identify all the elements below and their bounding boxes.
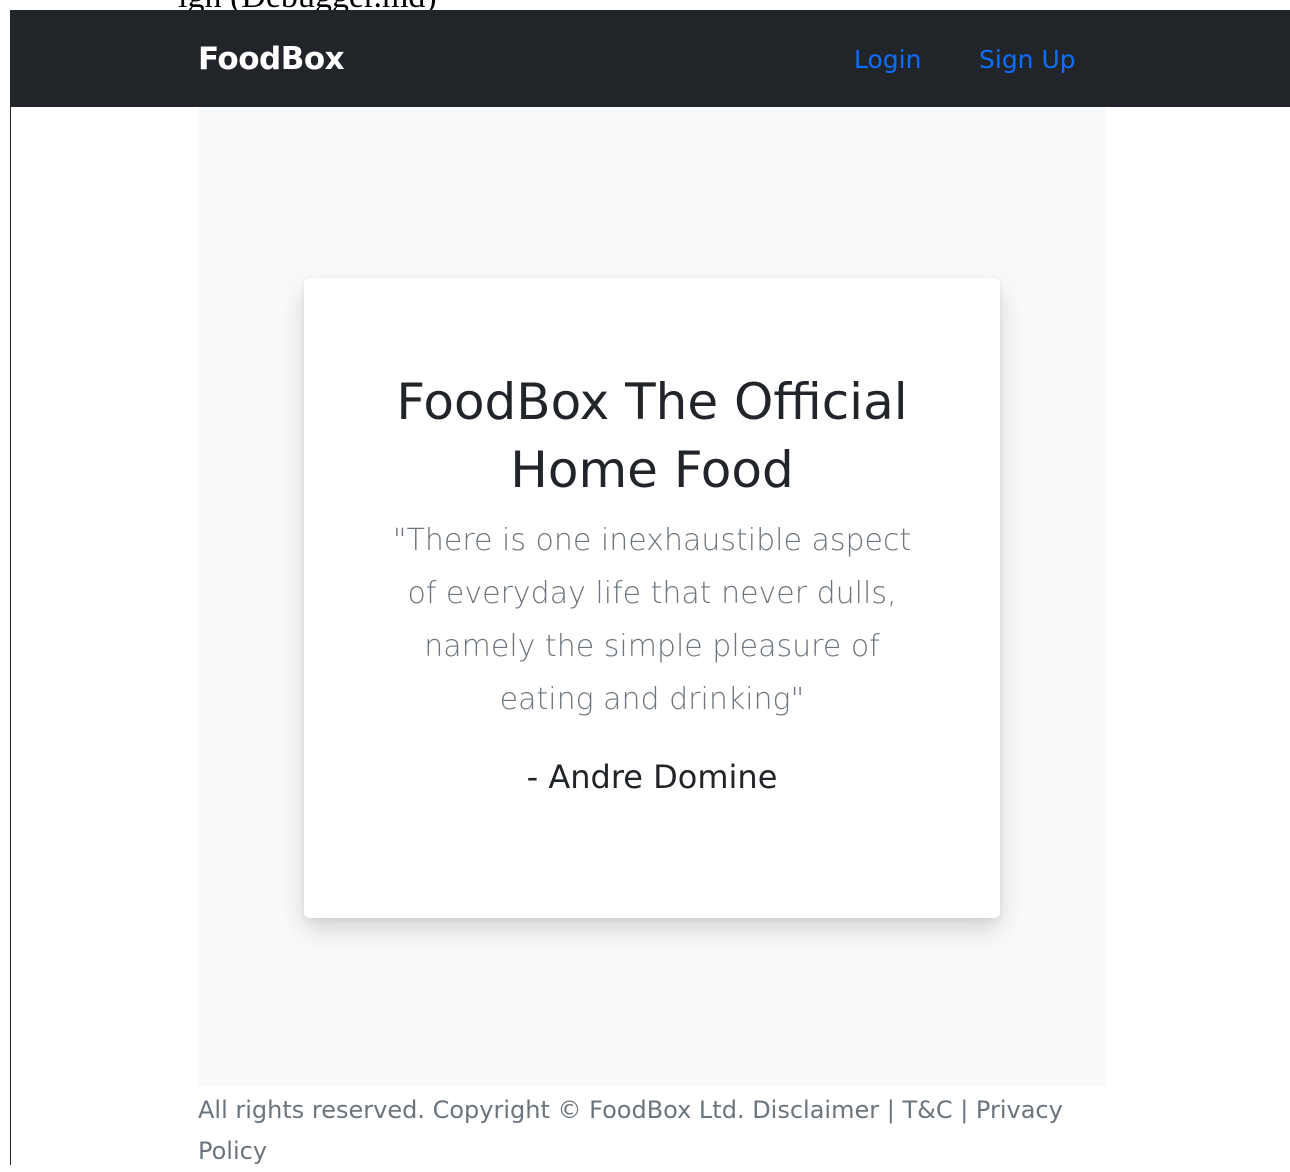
page-top-clip: ign (Debugger.md) <box>0 0 1290 10</box>
page-top-clip-text: ign (Debugger.md) <box>178 0 437 10</box>
footer-text: All rights reserved. Copyright © FoodBox… <box>198 1096 1063 1165</box>
card-author: - Andre Domine <box>526 758 778 796</box>
card-title: FoodBox The Official Home Food <box>396 373 908 499</box>
quote-card: FoodBox The Official Home Food "There is… <box>304 278 1000 918</box>
sign-up-link[interactable]: Sign Up <box>979 45 1076 74</box>
footer: All rights reserved. Copyright © FoodBox… <box>198 1090 1108 1172</box>
card-quote: "There is one inexhaustible aspect of ev… <box>392 523 912 717</box>
window-left-edge <box>10 10 11 1165</box>
navbar: FoodBox Login Sign Up <box>11 10 1290 107</box>
login-link[interactable]: Login <box>854 45 921 74</box>
navbar-brand[interactable]: FoodBox <box>198 41 345 77</box>
